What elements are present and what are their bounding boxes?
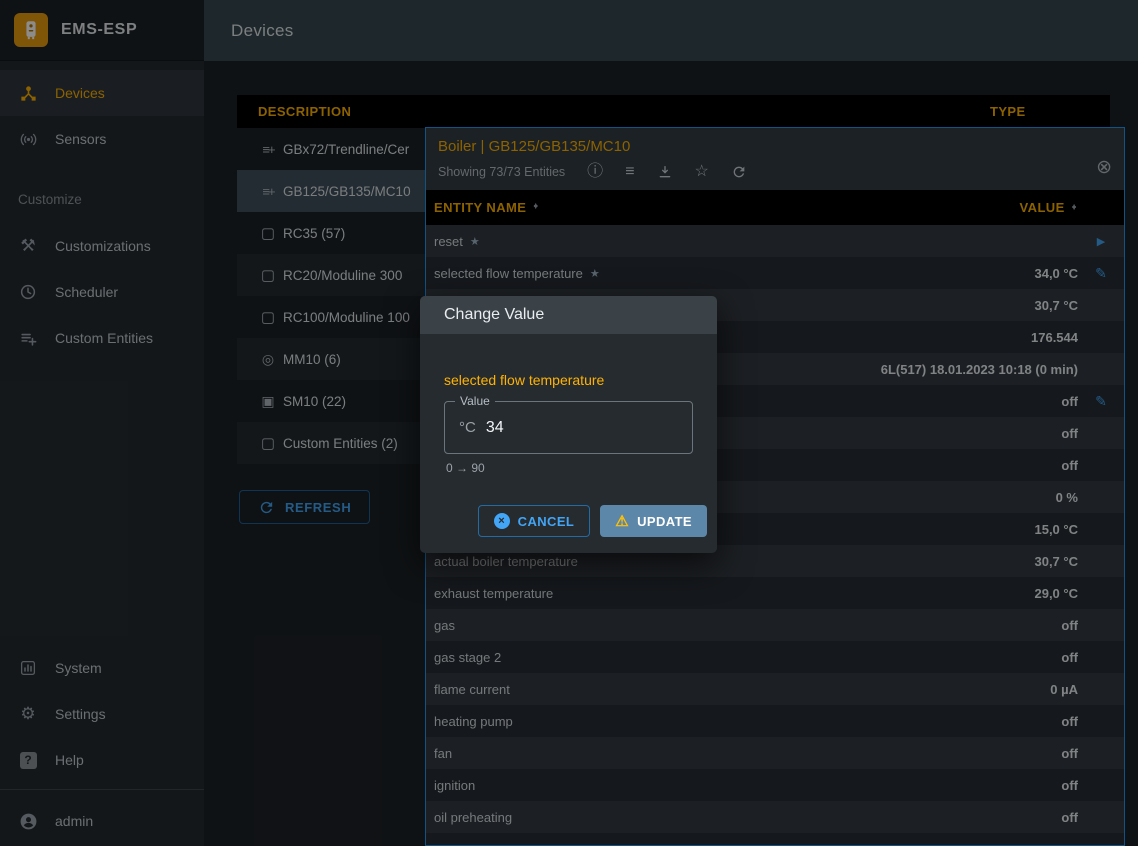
update-button-label: UPDATE bbox=[637, 514, 692, 529]
dialog-entity-name: selected flow temperature bbox=[444, 372, 693, 388]
value-unit-prefix: °C bbox=[459, 419, 476, 436]
change-value-dialog: Change Value selected flow temperature V… bbox=[420, 296, 717, 553]
value-input[interactable]: Value °C 34 bbox=[444, 401, 693, 454]
dialog-body: selected flow temperature Value °C 34 0 … bbox=[420, 334, 717, 553]
value-input-text: 34 bbox=[486, 419, 504, 437]
value-input-label: Value bbox=[455, 394, 495, 408]
dialog-actions: × CANCEL ⚠ UPDATE bbox=[444, 505, 707, 537]
value-range-helper: 0 → 90 bbox=[446, 461, 693, 475]
cancel-button[interactable]: × CANCEL bbox=[478, 505, 591, 537]
dialog-title: Change Value bbox=[420, 296, 717, 334]
warning-icon: ⚠ bbox=[615, 514, 629, 529]
cancel-icon: × bbox=[494, 513, 510, 529]
app-root: Devices EMS-ESP Devices Sensors Customiz… bbox=[0, 0, 1138, 846]
cancel-button-label: CANCEL bbox=[518, 514, 575, 529]
update-button[interactable]: ⚠ UPDATE bbox=[600, 505, 707, 537]
